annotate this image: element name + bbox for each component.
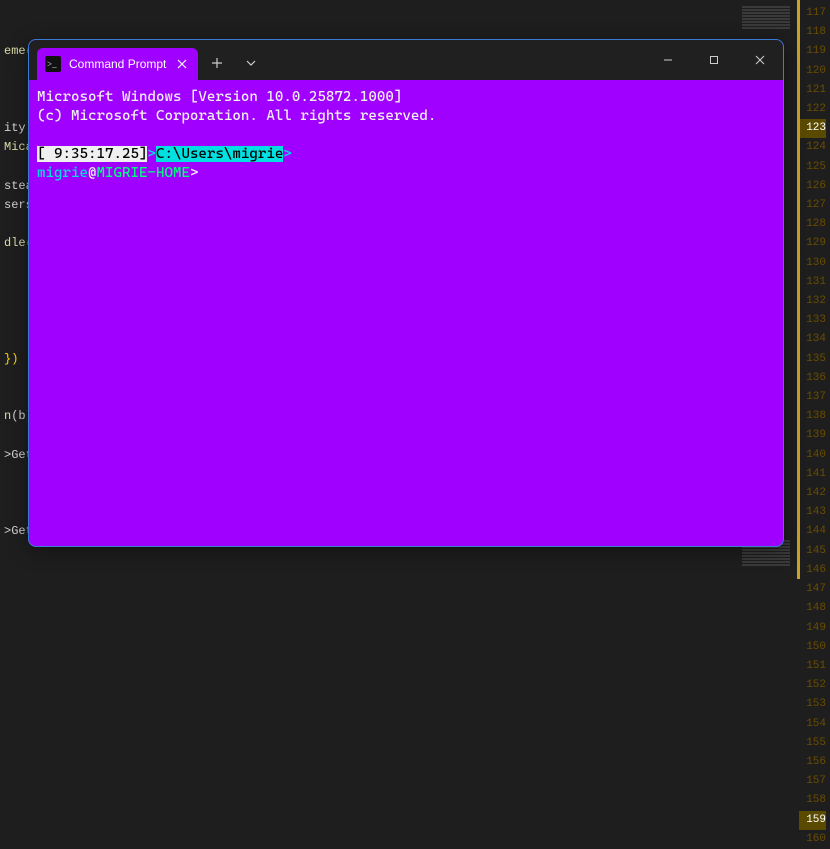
minimize-button[interactable]	[645, 40, 691, 80]
line-number: 150	[799, 638, 826, 657]
line-number: 157	[799, 772, 826, 791]
line-number: 119	[799, 42, 826, 61]
prompt-gt: >	[147, 146, 156, 162]
line-number: 135	[799, 350, 826, 369]
line-number: 132	[799, 292, 826, 311]
line-number: 137	[799, 388, 826, 407]
line-number: 143	[799, 503, 826, 522]
line-number: 156	[799, 753, 826, 772]
line-number: 145	[799, 542, 826, 561]
svg-text:>_: >_	[47, 59, 57, 69]
line-number: 120	[799, 62, 826, 81]
line-number: 133	[799, 311, 826, 330]
banner-line: (c) Microsoft Corporation. All rights re…	[37, 107, 775, 126]
line-number: 124	[799, 138, 826, 157]
line-number: 155	[799, 734, 826, 753]
line-number: 123	[799, 119, 826, 138]
line-number: 139	[799, 426, 826, 445]
terminal-window: >_ Command Prompt	[28, 39, 784, 547]
terminal-output[interactable]: Microsoft Windows [Version 10.0.25872.10…	[29, 80, 783, 546]
line-number: 140	[799, 446, 826, 465]
window-caption-controls	[645, 40, 783, 80]
line-number: 127	[799, 196, 826, 215]
tab-title: Command Prompt	[69, 57, 166, 71]
tab-command-prompt[interactable]: >_ Command Prompt	[37, 48, 198, 80]
prompt-time: [ 9:35:17.25]	[37, 146, 147, 162]
line-number: 144	[799, 522, 826, 541]
banner-line: Microsoft Windows [Version 10.0.25872.10…	[37, 88, 775, 107]
prompt-user: migrie	[37, 165, 88, 181]
editor-line-gutter: 1171181191201211221231241251261271281291…	[798, 0, 830, 579]
line-number: 130	[799, 254, 826, 273]
prompt-gt: >	[283, 146, 292, 162]
line-number: 126	[799, 177, 826, 196]
line-number: 125	[799, 158, 826, 177]
tab-close-button[interactable]	[174, 56, 190, 72]
line-number: 134	[799, 330, 826, 349]
line-number: 158	[799, 791, 826, 810]
line-number: 122	[799, 100, 826, 119]
prompt-host: MIGRIE-HOME	[96, 165, 189, 181]
terminal-titlebar[interactable]: >_ Command Prompt	[29, 40, 783, 80]
line-number: 160	[799, 830, 826, 849]
line-number: 117	[799, 4, 826, 23]
prompt-line-1: [ 9:35:17.25]>C:\Users\migrie>	[37, 145, 775, 164]
line-number: 121	[799, 81, 826, 100]
line-number: 146	[799, 561, 826, 580]
cmd-icon: >_	[45, 56, 61, 72]
line-number: 138	[799, 407, 826, 426]
prompt-path: C:\Users\migrie	[156, 146, 283, 162]
line-number: 148	[799, 599, 826, 618]
line-number: 131	[799, 273, 826, 292]
line-number: 154	[799, 715, 826, 734]
tab-dropdown-button[interactable]	[236, 48, 266, 78]
line-number: 118	[799, 23, 826, 42]
line-number: 153	[799, 695, 826, 714]
tab-strip: >_ Command Prompt	[29, 40, 266, 80]
prompt-line-2: migrie@MIGRIE-HOME>	[37, 164, 775, 183]
maximize-button[interactable]	[691, 40, 737, 80]
new-tab-button[interactable]	[202, 48, 232, 78]
line-number: 142	[799, 484, 826, 503]
line-number: 141	[799, 465, 826, 484]
blank-line	[37, 126, 775, 145]
line-number: 128	[799, 215, 826, 234]
line-number: 136	[799, 369, 826, 388]
line-number: 152	[799, 676, 826, 695]
line-number: 159	[799, 811, 826, 830]
line-number: 147	[799, 580, 826, 599]
line-number: 151	[799, 657, 826, 676]
close-button[interactable]	[737, 40, 783, 80]
line-number: 129	[799, 234, 826, 253]
line-number: 149	[799, 619, 826, 638]
prompt-gt: >	[190, 165, 199, 181]
